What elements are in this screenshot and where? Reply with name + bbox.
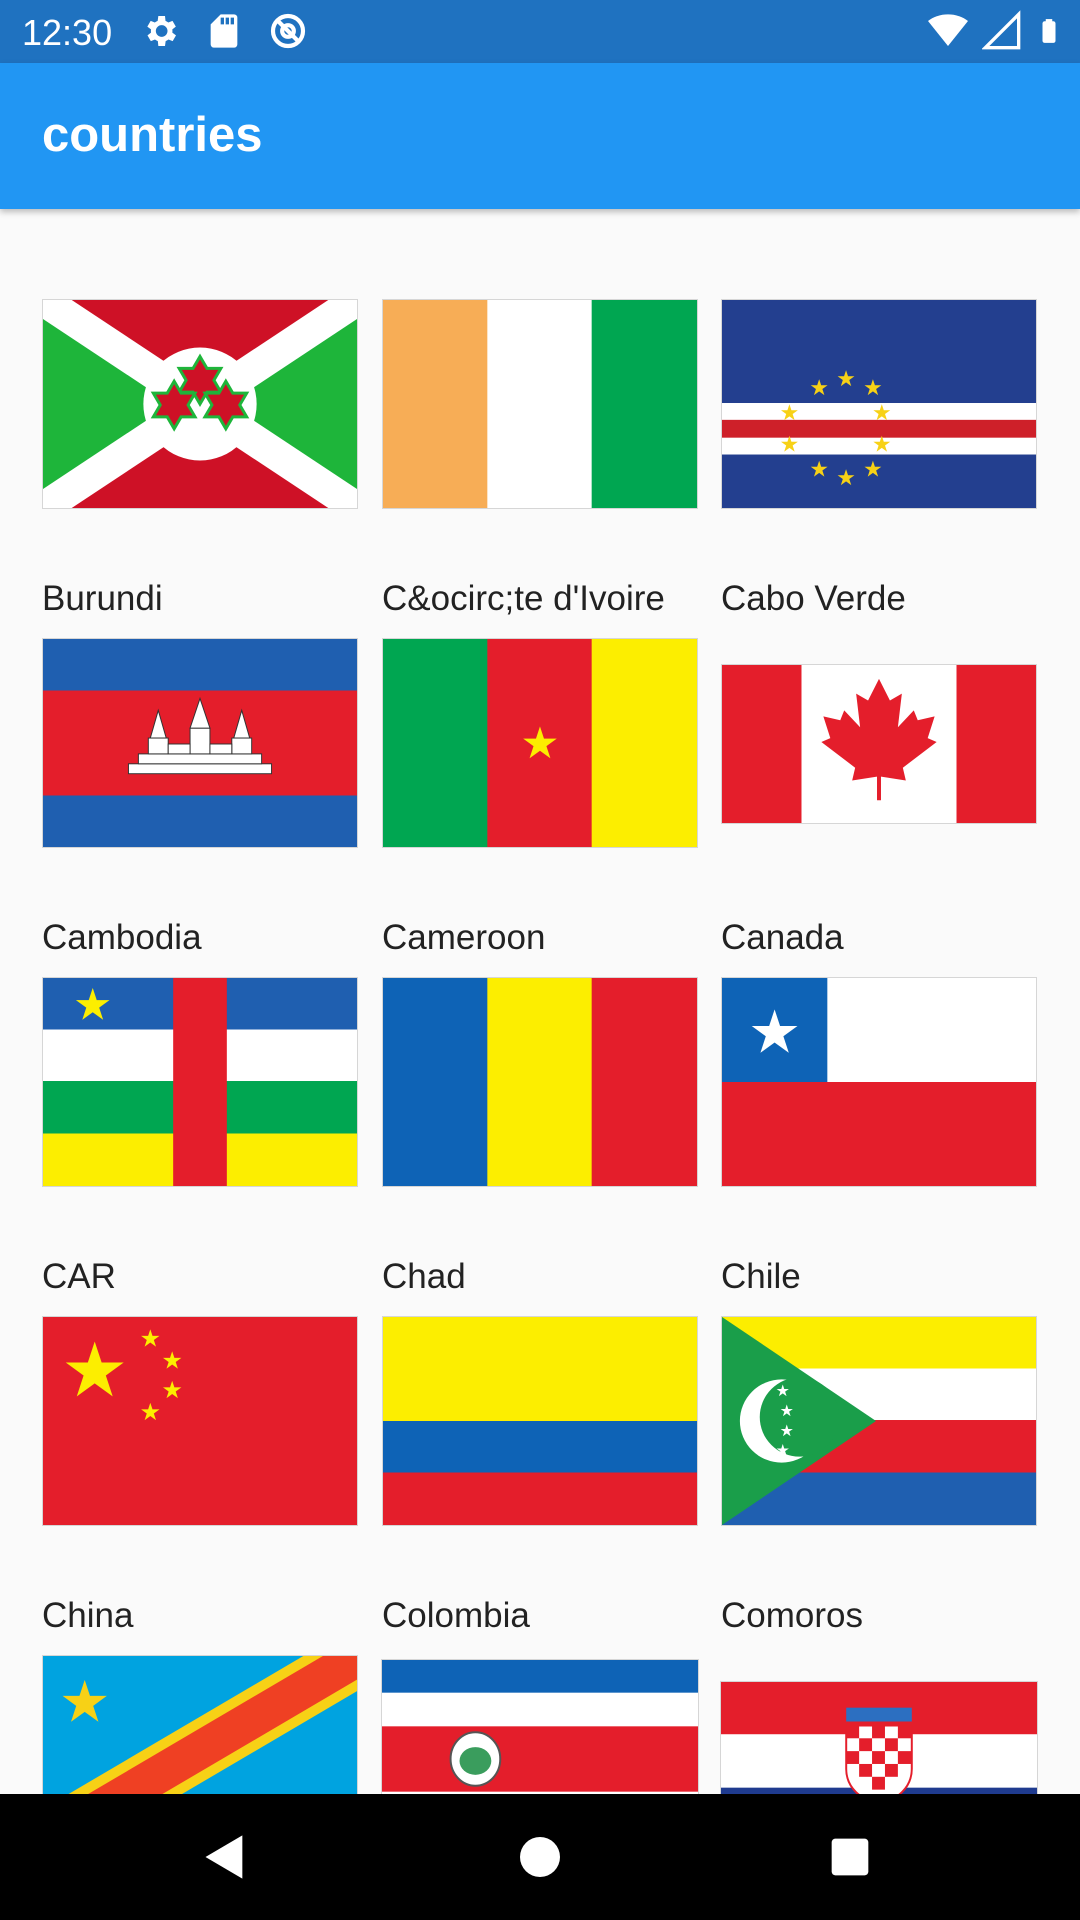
country-label: Colombia: [382, 1596, 530, 1635]
country-item-comoros[interactable]: ★ ★ ★ ★ Comoros: [721, 1306, 1037, 1635]
svg-text:★: ★: [776, 1441, 790, 1460]
canada-flag-icon: [721, 664, 1037, 824]
home-button[interactable]: [460, 1794, 620, 1920]
svg-text:★: ★: [780, 1421, 794, 1440]
country-item-costa-rica[interactable]: [381, 1645, 699, 1794]
app-bar: countries: [0, 63, 1080, 209]
country-label: Chad: [382, 1257, 466, 1296]
cameroon-flag-icon: ★: [382, 638, 698, 848]
country-item-chad[interactable]: Chad: [382, 967, 698, 1296]
battery-icon: [1042, 19, 1056, 43]
svg-text:★: ★: [140, 1398, 161, 1426]
svg-text:★: ★: [73, 980, 112, 1031]
croatia-flag-icon: [720, 1681, 1038, 1794]
china-flag-icon: ★ ★ ★ ★ ★: [42, 1316, 358, 1526]
country-item-canada[interactable]: Canada: [721, 628, 1037, 957]
country-item-china[interactable]: ★ ★ ★ ★ ★ China: [42, 1306, 358, 1635]
country-item-dr-congo[interactable]: ★: [42, 1645, 358, 1794]
wifi-icon: [928, 14, 968, 46]
status-time: 12:30: [22, 12, 113, 53]
svg-text:★: ★: [61, 1326, 129, 1414]
svg-text:★: ★: [863, 376, 883, 401]
svg-text:★: ★: [776, 1381, 790, 1400]
country-label: Comoros: [721, 1596, 863, 1635]
svg-text:★: ★: [520, 718, 559, 769]
recents-icon: [831, 1838, 869, 1876]
svg-text:★: ★: [872, 401, 892, 426]
country-label: Chile: [721, 1257, 801, 1296]
country-item-croatia[interactable]: [720, 1645, 1038, 1794]
svg-text:★: ★: [809, 457, 829, 482]
svg-text:★: ★: [161, 1376, 182, 1404]
country-item-cambodia[interactable]: Cambodia: [42, 628, 358, 957]
svg-text:★: ★: [780, 401, 800, 426]
cambodia-flag-icon: [42, 638, 358, 848]
car-flag-icon: ★: [42, 977, 358, 1187]
country-label: China: [42, 1596, 134, 1635]
country-label: Burundi: [42, 579, 163, 618]
costa-rica-flag-icon: [381, 1659, 699, 1794]
back-icon: [205, 1835, 243, 1879]
page-title: countries: [42, 108, 263, 162]
at-sign-icon: [270, 13, 306, 49]
dr-congo-flag-icon: ★: [42, 1655, 358, 1794]
svg-text:★: ★: [836, 367, 856, 392]
home-icon: [520, 1837, 560, 1877]
country-item-car[interactable]: ★ CAR: [42, 967, 358, 1296]
colombia-flag-icon: [382, 1316, 698, 1526]
cote-divoire-flag-icon: [382, 299, 698, 509]
country-item-burundi[interactable]: Burundi: [42, 289, 358, 618]
sd-card-icon: [210, 14, 238, 48]
country-label: CAR: [42, 1257, 116, 1296]
country-item-cote-divoire[interactable]: C&ocirc;te d'Ivoire: [382, 289, 698, 618]
recents-button[interactable]: [770, 1794, 930, 1920]
country-item-cabo-verde[interactable]: ★ ★ ★ ★ ★ ★ ★ ★ ★ ★ Cabo Verde: [721, 289, 1037, 618]
back-button[interactable]: [145, 1794, 305, 1920]
gear-icon: [147, 16, 176, 46]
svg-text:★: ★: [748, 998, 801, 1067]
cabo-verde-flag-icon: ★ ★ ★ ★ ★ ★ ★ ★ ★ ★: [721, 299, 1037, 509]
chad-flag-icon: [382, 977, 698, 1187]
svg-text:★: ★: [161, 1347, 182, 1375]
country-item-colombia[interactable]: Colombia: [382, 1306, 698, 1635]
country-grid[interactable]: Burundi C&ocirc;te d'Ivoire ★ ★ ★ ★ ★ ★ …: [0, 209, 1080, 1794]
cell-signal-icon: [982, 10, 1021, 50]
country-label: Canada: [721, 918, 844, 957]
navigation-bar: [0, 1794, 1080, 1920]
svg-text:★: ★: [59, 1668, 111, 1735]
country-label: Cabo Verde: [721, 579, 906, 618]
svg-text:★: ★: [872, 433, 892, 458]
country-item-chile[interactable]: ★ Chile: [721, 967, 1037, 1296]
svg-text:★: ★: [863, 457, 883, 482]
svg-text:★: ★: [780, 1401, 794, 1420]
country-label: C&ocirc;te d'Ivoire: [382, 579, 665, 618]
comoros-flag-icon: ★ ★ ★ ★: [721, 1316, 1037, 1526]
status-bar: 12:30: [0, 0, 1080, 63]
chile-flag-icon: ★: [721, 977, 1037, 1187]
country-item-cameroon[interactable]: ★ Cameroon: [382, 628, 698, 957]
country-label: Cambodia: [42, 918, 202, 957]
svg-text:★: ★: [780, 433, 800, 458]
country-label: Cameroon: [382, 918, 546, 957]
burundi-flag-icon: [42, 299, 358, 509]
svg-text:★: ★: [140, 1325, 161, 1353]
svg-text:★: ★: [809, 376, 829, 401]
svg-text:★: ★: [836, 466, 856, 491]
